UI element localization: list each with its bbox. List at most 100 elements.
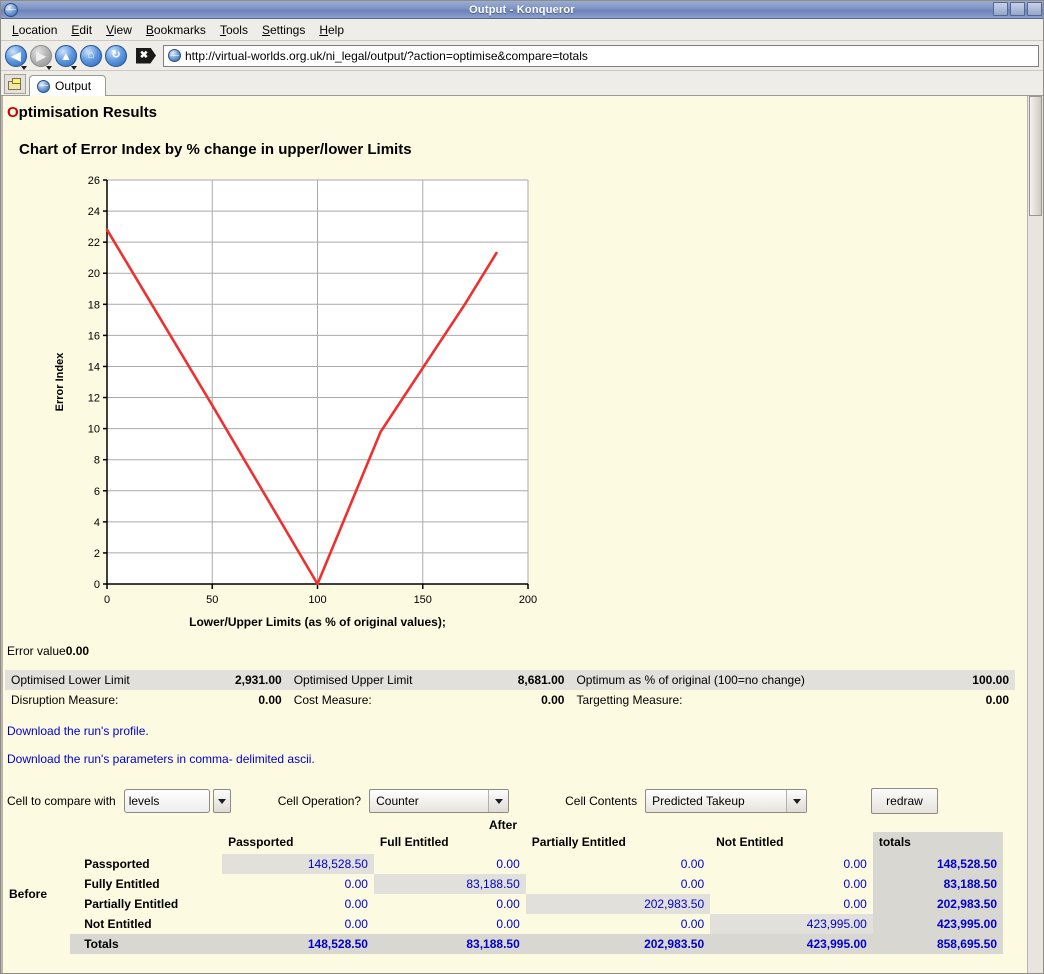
menu-view[interactable]: View bbox=[99, 21, 139, 39]
matrix-col-partially-entitled: Partially Entitled bbox=[526, 832, 710, 854]
svg-text:8: 8 bbox=[94, 455, 100, 467]
cell-operation-value: Counter bbox=[370, 790, 488, 812]
svg-text:Error Index: Error Index bbox=[54, 352, 66, 412]
table-row: Partially Entitled 0.00 0.00 202,983.50 … bbox=[3, 894, 1003, 914]
page-scrollbar[interactable] bbox=[1027, 96, 1043, 973]
matrix-row-not-entitled-label: Not Entitled bbox=[70, 914, 222, 934]
cell-operation-dropdown-button[interactable] bbox=[488, 790, 508, 812]
transition-matrix-table: Passported Full Entitled Partially Entit… bbox=[3, 832, 1003, 954]
minimize-button[interactable] bbox=[993, 2, 1008, 16]
url-text[interactable]: http://virtual-worlds.org.uk/ni_legal/ou… bbox=[185, 49, 588, 63]
table-row: Before Passported 148,528.50 0.00 0.00 0… bbox=[3, 854, 1003, 874]
svg-text:26: 26 bbox=[88, 175, 100, 187]
optimised-lower-limit-value: 2,931.00 bbox=[198, 670, 288, 690]
page-content: Optimisation Results Chart of Error Inde… bbox=[1, 96, 1043, 973]
matrix-total-0: 148,528.50 bbox=[873, 854, 1003, 874]
cost-measure-value: 0.00 bbox=[480, 690, 570, 710]
menu-settings[interactable]: Settings bbox=[255, 21, 312, 39]
svg-text:0: 0 bbox=[94, 579, 100, 591]
matrix-cell-1-1: 83,188.50 bbox=[374, 874, 526, 894]
page-title: Optimisation Results bbox=[7, 104, 1031, 121]
matrix-header-row: Passported Full Entitled Partially Entit… bbox=[3, 832, 1003, 854]
menu-tools[interactable]: Tools bbox=[213, 21, 255, 39]
scrollbar-thumb[interactable] bbox=[1029, 96, 1042, 216]
menu-bookmarks[interactable]: Bookmarks bbox=[139, 21, 213, 39]
cell-compare-dropdown-button[interactable] bbox=[213, 789, 231, 813]
table-row: Fully Entitled 0.00 83,188.50 0.00 0.00 … bbox=[3, 874, 1003, 894]
chevron-down-icon bbox=[793, 799, 801, 804]
cell-compare-label: Cell to compare with bbox=[7, 794, 116, 808]
matrix-total-2: 202,983.50 bbox=[873, 894, 1003, 914]
cell-operation-select[interactable]: Counter bbox=[369, 789, 509, 813]
download-parameters-link[interactable]: Download the run's parameters in comma- … bbox=[7, 752, 1031, 766]
maximize-button[interactable] bbox=[1010, 2, 1025, 16]
svg-text:200: 200 bbox=[519, 594, 537, 606]
tab-globe-icon bbox=[37, 80, 50, 93]
home-icon[interactable]: ⌂ bbox=[80, 45, 102, 67]
results-row-1: Optimised Lower Limit 2,931.00 Optimised… bbox=[5, 670, 1015, 690]
matrix-col-not-entitled: Not Entitled bbox=[710, 832, 873, 854]
svg-text:0: 0 bbox=[104, 594, 110, 606]
svg-text:6: 6 bbox=[94, 486, 100, 498]
svg-text:16: 16 bbox=[88, 330, 100, 342]
matrix-row-fully-entitled-label: Fully Entitled bbox=[70, 874, 222, 894]
svg-text:4: 4 bbox=[94, 517, 100, 529]
cell-contents-dropdown-button[interactable] bbox=[786, 790, 806, 812]
cell-compare-input[interactable]: levels bbox=[124, 789, 210, 813]
chevron-down-icon bbox=[218, 799, 226, 804]
svg-text:Lower/Upper Limits (as % of or: Lower/Upper Limits (as % of original val… bbox=[189, 615, 446, 629]
svg-text:22: 22 bbox=[88, 237, 100, 249]
error-index-chart: 02468101214161820222426050100150200Error… bbox=[3, 158, 563, 638]
table-row: Not Entitled 0.00 0.00 0.00 423,995.00 4… bbox=[3, 914, 1003, 934]
menu-edit[interactable]: Edit bbox=[64, 21, 99, 39]
cell-contents-value: Predicted Takeup bbox=[646, 790, 786, 812]
menu-location[interactable]: Location bbox=[5, 21, 64, 39]
before-label: Before bbox=[3, 854, 70, 934]
chart-title: Chart of Error Index by % change in uppe… bbox=[19, 141, 1031, 158]
matrix-coltotal-3: 423,995.00 bbox=[710, 934, 873, 954]
cell-contents-label: Cell Contents bbox=[565, 794, 637, 808]
optimised-upper-limit-label: Optimised Upper Limit bbox=[288, 670, 481, 690]
matrix-cell-1-2: 0.00 bbox=[526, 874, 710, 894]
forward-icon[interactable]: ▶ bbox=[30, 45, 52, 67]
matrix-cell-1-3: 0.00 bbox=[710, 874, 873, 894]
window-controls[interactable] bbox=[993, 2, 1042, 16]
tab-output[interactable]: Output bbox=[29, 75, 106, 96]
matrix-cell-3-0: 0.00 bbox=[222, 914, 374, 934]
svg-text:24: 24 bbox=[88, 206, 100, 218]
svg-text:20: 20 bbox=[88, 268, 100, 280]
stop-icon[interactable]: ✖ bbox=[136, 48, 156, 64]
close-button[interactable] bbox=[1027, 2, 1042, 16]
chart-svg: 02468101214161820222426050100150200Error… bbox=[3, 158, 563, 638]
menu-help[interactable]: Help bbox=[312, 21, 351, 39]
error-value-line: Error value0.00 bbox=[7, 644, 1031, 658]
matrix-cell-0-3: 0.00 bbox=[710, 854, 873, 874]
matrix-col-full-entitled: Full Entitled bbox=[374, 832, 526, 854]
matrix-total-3: 423,995.00 bbox=[873, 914, 1003, 934]
matrix-col-totals: totals bbox=[873, 832, 1003, 854]
after-label: After bbox=[3, 818, 1003, 832]
matrix-total-1: 83,188.50 bbox=[873, 874, 1003, 894]
matrix-row-passported-label: Passported bbox=[70, 854, 222, 874]
page-title-text: ptimisation Results bbox=[19, 104, 157, 121]
menu-location-rest: ocation bbox=[19, 23, 58, 37]
up-icon[interactable]: ▲ bbox=[55, 45, 77, 67]
cell-operation-label: Cell Operation? bbox=[278, 794, 361, 808]
matrix-cell-2-0: 0.00 bbox=[222, 894, 374, 914]
matrix-cell-1-0: 0.00 bbox=[222, 874, 374, 894]
back-icon[interactable]: ◀ bbox=[5, 45, 27, 67]
url-bar[interactable]: http://virtual-worlds.org.uk/ni_legal/ou… bbox=[163, 45, 1039, 67]
disruption-measure-value: 0.00 bbox=[198, 690, 288, 710]
download-profile-link[interactable]: Download the run's profile. bbox=[7, 724, 1031, 738]
svg-text:50: 50 bbox=[206, 594, 218, 606]
reload-icon[interactable]: ↻ bbox=[105, 45, 127, 67]
cell-contents-select[interactable]: Predicted Takeup bbox=[645, 789, 807, 813]
page-body: Optimisation Results Chart of Error Inde… bbox=[3, 96, 1031, 973]
navigation-toolbar: ◀ ▶ ▲ ⌂ ↻ ✖ http://virtual-worlds.org.uk… bbox=[1, 41, 1043, 71]
svg-text:14: 14 bbox=[88, 361, 100, 373]
cell-compare-combo[interactable]: levels bbox=[124, 789, 231, 813]
redraw-button[interactable]: redraw bbox=[871, 788, 938, 814]
tab-bar: Output bbox=[1, 71, 1043, 96]
new-tab-button[interactable] bbox=[4, 74, 26, 94]
results-summary-table: Optimised Lower Limit 2,931.00 Optimised… bbox=[5, 670, 1015, 710]
